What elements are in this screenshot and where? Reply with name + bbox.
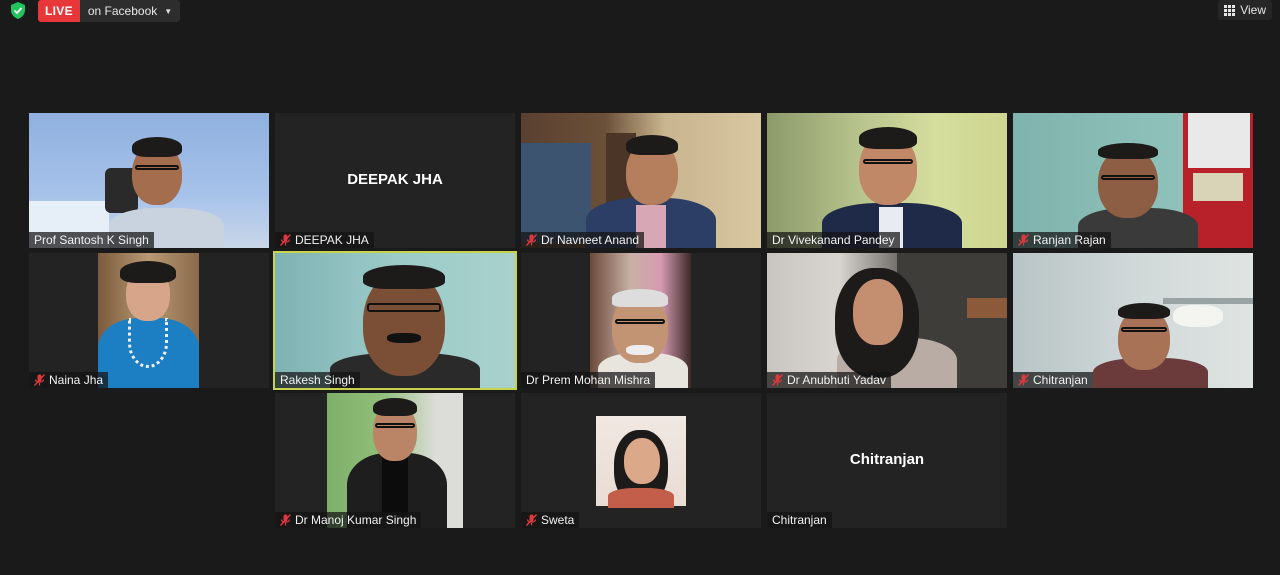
participant-center-name: Chitranjan	[849, 451, 925, 468]
participant-name-bar: Dr Prem Mohan Mishra	[521, 372, 656, 388]
participant-tile[interactable]: Sweta	[521, 393, 761, 528]
participant-name: Dr Anubhuti Yadav	[787, 373, 886, 387]
participant-tile[interactable]: Dr Anubhuti Yadav	[767, 253, 1007, 388]
participant-tile[interactable]: Ranjan Rajan	[1013, 113, 1253, 248]
participant-name: Chitranjan	[772, 513, 827, 527]
participant-video	[590, 253, 691, 388]
participant-name-bar: Naina Jha	[29, 372, 109, 388]
muted-microphone-icon	[526, 234, 537, 246]
live-badge: LIVE	[38, 0, 80, 22]
participant-name-bar: DEEPAK JHA	[275, 232, 374, 248]
participant-name: Dr Vivekanand Pandey	[772, 233, 895, 247]
participant-name: Chitranjan	[1033, 373, 1088, 387]
participant-tile[interactable]: Dr Manoj Kumar Singh	[275, 393, 515, 528]
participant-video	[521, 113, 761, 248]
participant-tile[interactable]: Naina Jha	[29, 253, 269, 388]
view-button[interactable]: View	[1218, 0, 1272, 20]
participant-name-bar: Ranjan Rajan	[1013, 232, 1111, 248]
participant-video	[767, 253, 1007, 388]
participant-name-bar: Dr Vivekanand Pandey	[767, 232, 900, 248]
participant-tile-active-speaker[interactable]: Rakesh Singh	[273, 251, 517, 390]
participant-video	[767, 113, 1007, 248]
participant-name: Rakesh Singh	[280, 373, 355, 387]
participant-name: Dr Navneet Anand	[541, 233, 640, 247]
muted-microphone-icon	[1018, 374, 1029, 386]
participant-tile[interactable]: Chitranjan Chitranjan	[767, 393, 1007, 528]
participant-tile[interactable]: Dr Vivekanand Pandey	[767, 113, 1007, 248]
participant-video	[1013, 253, 1253, 388]
muted-microphone-icon	[34, 374, 45, 386]
participant-name: Naina Jha	[49, 373, 104, 387]
grid-view-icon	[1224, 4, 1236, 16]
meeting-top-bar: LIVE on Facebook ▼ View	[0, 0, 1280, 22]
participant-name: Ranjan Rajan	[1033, 233, 1106, 247]
participant-video	[98, 253, 199, 388]
participant-video	[1013, 113, 1253, 248]
view-button-label: View	[1240, 3, 1266, 17]
muted-microphone-icon	[1018, 234, 1029, 246]
participant-name-bar: Rakesh Singh	[275, 372, 360, 388]
caret-down-icon: ▼	[164, 6, 173, 16]
participant-center-name: DEEPAK JHA	[347, 171, 443, 188]
participant-name: Dr Manoj Kumar Singh	[295, 513, 417, 527]
participant-tile[interactable]: Chitranjan	[1013, 253, 1253, 388]
participant-video	[596, 416, 686, 508]
muted-microphone-icon	[526, 514, 537, 526]
participant-name-bar: Dr Manoj Kumar Singh	[275, 512, 422, 528]
participant-name-bar: Chitranjan	[1013, 372, 1093, 388]
participant-video	[327, 393, 463, 528]
participant-name-bar: Dr Navneet Anand	[521, 232, 645, 248]
participant-name-bar: Chitranjan	[767, 512, 832, 528]
participant-video	[29, 113, 269, 248]
live-stream-indicator[interactable]: LIVE on Facebook ▼	[38, 0, 181, 22]
live-destination-label: on Facebook	[87, 4, 158, 18]
participant-name-bar: Prof Santosh K Singh	[29, 232, 154, 248]
participant-name-bar: Sweta	[521, 512, 580, 528]
muted-microphone-icon	[280, 234, 291, 246]
muted-microphone-icon	[772, 374, 783, 386]
live-destination-dropdown[interactable]: on Facebook ▼	[79, 0, 181, 22]
participant-video	[275, 253, 515, 388]
participant-tile[interactable]: Dr Prem Mohan Mishra	[521, 253, 761, 388]
participant-name: Prof Santosh K Singh	[34, 233, 149, 247]
participant-name: Sweta	[541, 513, 575, 527]
muted-microphone-icon	[280, 514, 291, 526]
participant-name-bar: Dr Anubhuti Yadav	[767, 372, 891, 388]
participant-tile[interactable]: Dr Navneet Anand	[521, 113, 761, 248]
participant-tile[interactable]: Prof Santosh K Singh	[29, 113, 269, 248]
participant-name: DEEPAK JHA	[295, 233, 369, 247]
participant-name: Dr Prem Mohan Mishra	[526, 373, 651, 387]
security-shield-icon[interactable]	[10, 2, 26, 19]
participant-tile[interactable]: DEEPAK JHA DEEPAK JHA	[275, 113, 515, 248]
